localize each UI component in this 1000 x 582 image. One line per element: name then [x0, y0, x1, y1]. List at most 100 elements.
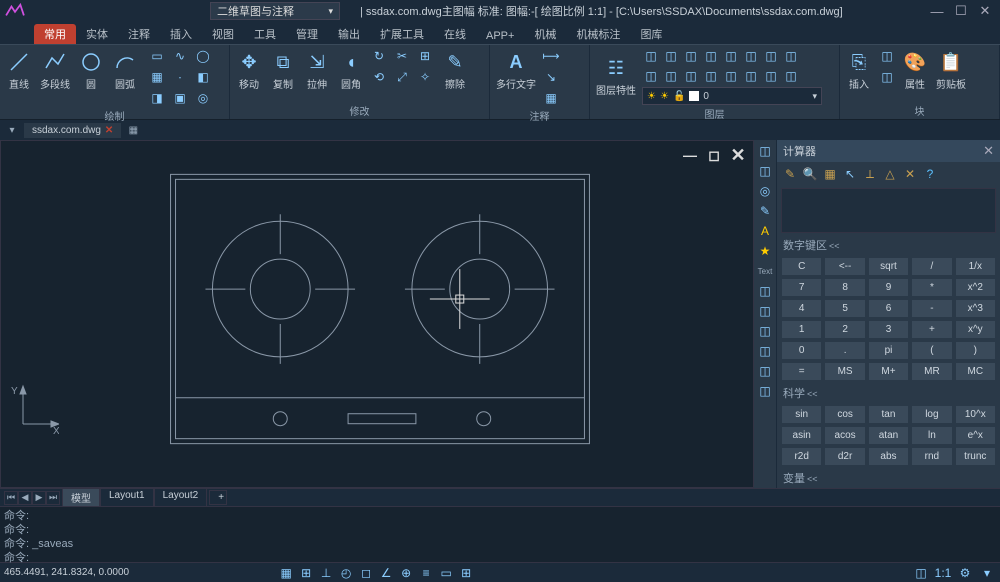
layer-t5-icon[interactable]: ◫: [722, 67, 740, 85]
layer-t6-icon[interactable]: ◫: [742, 67, 760, 85]
calc-var-header[interactable]: 变量: [777, 468, 1000, 488]
calc-key-sqrt[interactable]: sqrt: [868, 257, 909, 276]
insert-tool[interactable]: ⎘插入: [844, 47, 874, 93]
layer-t8-icon[interactable]: ◫: [782, 67, 800, 85]
point-icon[interactable]: ∙: [171, 68, 189, 86]
layout-add[interactable]: +: [209, 490, 227, 505]
ct-3-icon[interactable]: ▦: [821, 165, 839, 183]
layer-s5-icon[interactable]: ◫: [722, 47, 740, 65]
rotate-icon[interactable]: ↻: [370, 47, 388, 65]
st-2-icon[interactable]: ◫: [756, 162, 774, 180]
calc-key-0[interactable]: 0: [781, 341, 822, 360]
st-12-icon[interactable]: ◫: [756, 382, 774, 400]
gradient-icon[interactable]: ◨: [148, 89, 166, 107]
calc-key-[interactable]: <--: [824, 257, 865, 276]
file-tab[interactable]: ssdax.com.dwg✕: [24, 123, 121, 138]
layer-props-tool[interactable]: ☷图层特性: [594, 53, 638, 99]
view-close-icon[interactable]: ✕: [729, 147, 747, 163]
hatch-icon[interactable]: ▦: [148, 68, 166, 86]
calc-key-9[interactable]: 9: [868, 278, 909, 297]
close-button[interactable]: ✕: [974, 2, 996, 20]
calc-key-tan[interactable]: tan: [868, 405, 909, 424]
ribbon-tab-13[interactable]: 图库: [630, 24, 672, 44]
spline-icon[interactable]: ∿: [171, 47, 189, 65]
ct-4-icon[interactable]: ↖: [841, 165, 859, 183]
calc-key-MS[interactable]: MS: [824, 362, 865, 381]
calc-key-7[interactable]: 7: [781, 278, 822, 297]
sb-extra-icon[interactable]: ⊞: [457, 564, 475, 582]
ribbon-tab-11[interactable]: 机械: [524, 24, 566, 44]
calc-key-6[interactable]: 6: [868, 299, 909, 318]
st-6-icon[interactable]: ★: [756, 242, 774, 260]
calc-key-abs[interactable]: abs: [868, 447, 909, 466]
layer-s8-icon[interactable]: ◫: [782, 47, 800, 65]
calc-key-acos[interactable]: acos: [824, 426, 865, 445]
arc-tool[interactable]: 圆弧: [110, 47, 140, 93]
calc-key-M[interactable]: M+: [868, 362, 909, 381]
circle-tool[interactable]: 圆: [76, 47, 106, 93]
ct-7-icon[interactable]: ✕: [901, 165, 919, 183]
ribbon-tab-9[interactable]: 在线: [434, 24, 476, 44]
calc-key-xy[interactable]: x^y: [955, 320, 996, 339]
ribbon-tab-8[interactable]: 扩展工具: [370, 24, 434, 44]
calc-key-x3[interactable]: x^3: [955, 299, 996, 318]
calc-key-pi[interactable]: pi: [868, 341, 909, 360]
ribbon-tab-0[interactable]: 常用: [34, 24, 76, 44]
filetab-list-icon[interactable]: ▦: [125, 122, 141, 138]
sb-lw-icon[interactable]: ≡: [417, 564, 435, 582]
calc-key-atan[interactable]: atan: [868, 426, 909, 445]
lnav-next-icon[interactable]: ▶: [32, 491, 46, 505]
sb-osnap-icon[interactable]: ◻: [357, 564, 375, 582]
filetab-menu-icon[interactable]: ▾: [4, 122, 20, 138]
ribbon-tab-5[interactable]: 工具: [244, 24, 286, 44]
calc-key-10x[interactable]: 10^x: [955, 405, 996, 424]
scale-icon[interactable]: ⤢: [393, 68, 411, 86]
minimize-button[interactable]: —: [926, 2, 948, 20]
st-7-icon[interactable]: ◫: [756, 282, 774, 300]
lnav-prev-icon[interactable]: ◀: [18, 491, 32, 505]
calc-key-3[interactable]: 3: [868, 320, 909, 339]
sb-r1-icon[interactable]: ◫: [912, 564, 930, 582]
maximize-button[interactable]: ☐: [950, 2, 972, 20]
calc-key-[interactable]: .: [824, 341, 865, 360]
calc-key-r2d[interactable]: r2d: [781, 447, 822, 466]
calc-key-d2r[interactable]: d2r: [824, 447, 865, 466]
lnav-first-icon[interactable]: ⏮: [4, 491, 18, 505]
sb-r4-icon[interactable]: ▾: [978, 564, 996, 582]
dim-icon[interactable]: ⟼: [542, 47, 560, 65]
ct-5-icon[interactable]: ⟂: [861, 165, 879, 183]
polyline-tool[interactable]: 多段线: [38, 47, 72, 93]
sb-dyn-icon[interactable]: ⊕: [397, 564, 415, 582]
st-8-icon[interactable]: ◫: [756, 302, 774, 320]
ribbon-tab-6[interactable]: 管理: [286, 24, 328, 44]
calc-numpad-header[interactable]: 数字键区: [777, 235, 1000, 255]
clipboard-tool[interactable]: 📋剪贴板: [934, 47, 968, 93]
mtext-tool[interactable]: A多行文字: [494, 47, 538, 93]
calc-key-ex[interactable]: e^x: [955, 426, 996, 445]
calc-key-asin[interactable]: asin: [781, 426, 822, 445]
stretch-tool[interactable]: ⇲拉伸: [302, 47, 332, 93]
command-area[interactable]: 命令: 命令: 命令: _saveas 命令:: [0, 506, 1000, 562]
ct-2-icon[interactable]: 🔍: [801, 165, 819, 183]
ct-1-icon[interactable]: ✎: [781, 165, 799, 183]
lnav-last-icon[interactable]: ⏭: [46, 491, 60, 505]
region-icon[interactable]: ◧: [194, 68, 212, 86]
ellipse-icon[interactable]: ◯: [194, 47, 212, 65]
explode-icon[interactable]: ✧: [416, 68, 434, 86]
sb-r2-icon[interactable]: 1:1: [934, 564, 952, 582]
layer-t7-icon[interactable]: ◫: [762, 67, 780, 85]
table-icon[interactable]: ▦: [542, 89, 560, 107]
layer-s4-icon[interactable]: ◫: [702, 47, 720, 65]
calc-key-[interactable]: =: [781, 362, 822, 381]
ribbon-tab-4[interactable]: 视图: [202, 24, 244, 44]
calc-key-4[interactable]: 4: [781, 299, 822, 318]
attr-tool[interactable]: 🎨属性: [900, 47, 930, 93]
ct-help-icon[interactable]: ?: [921, 165, 939, 183]
trim-icon[interactable]: ✂: [393, 47, 411, 65]
layer-s2-icon[interactable]: ◫: [662, 47, 680, 65]
layer-s3-icon[interactable]: ◫: [682, 47, 700, 65]
st-4-icon[interactable]: ✎: [756, 202, 774, 220]
line-tool[interactable]: 直线: [4, 47, 34, 93]
st-1-icon[interactable]: ◫: [756, 142, 774, 160]
ribbon-tab-10[interactable]: APP+: [476, 28, 524, 44]
